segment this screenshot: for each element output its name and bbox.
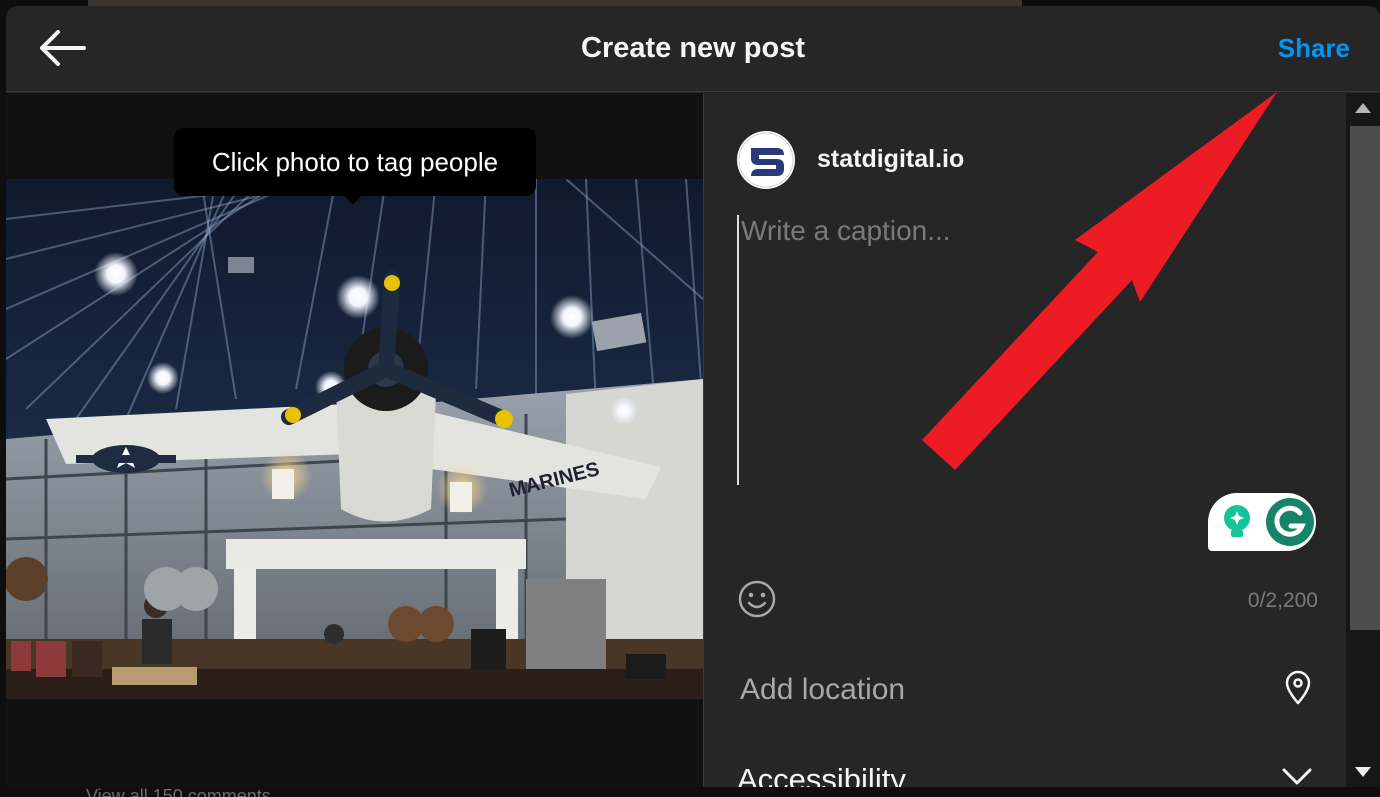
view-comments-link[interactable]: View all 150 comments bbox=[86, 786, 271, 797]
grammarly-icon bbox=[1266, 498, 1314, 546]
add-location-label: Add location bbox=[740, 673, 906, 706]
lightbulb-icon bbox=[1224, 505, 1250, 537]
add-location-row[interactable]: Add location bbox=[704, 648, 1347, 728]
grammarly-widget[interactable] bbox=[1208, 493, 1316, 551]
post-details-pane: statdigital.io 0/2,200 bbox=[703, 93, 1346, 787]
dialog-title: Create new post bbox=[581, 32, 805, 64]
photo-pane: MARINES Click photo to tag people bbox=[6, 93, 703, 787]
scroll-thumb[interactable] bbox=[1350, 126, 1380, 630]
dialog-header: Create new post Share bbox=[6, 6, 1380, 92]
accessibility-label: Accessibility bbox=[737, 762, 906, 787]
avatar bbox=[737, 131, 795, 189]
map-pin-icon bbox=[1285, 670, 1311, 705]
emoji-button[interactable] bbox=[737, 579, 777, 619]
scroll-down-button[interactable] bbox=[1346, 757, 1380, 787]
chevron-down-icon bbox=[1282, 768, 1312, 785]
scroll-up-arrow-icon bbox=[1355, 103, 1371, 113]
post-photo[interactable]: MARINES bbox=[6, 179, 703, 699]
smiley-icon bbox=[738, 580, 776, 618]
tooltip-pointer bbox=[343, 194, 363, 205]
scroll-up-button[interactable] bbox=[1346, 93, 1380, 123]
account-username: statdigital.io bbox=[817, 145, 965, 173]
character-counter: 0/2,200 bbox=[1247, 589, 1318, 612]
share-button[interactable]: Share bbox=[1278, 33, 1350, 64]
tag-people-tooltip: Click photo to tag people bbox=[174, 128, 536, 196]
caption-input[interactable] bbox=[737, 215, 1317, 485]
scroll-down-arrow-icon bbox=[1355, 767, 1371, 777]
details-scrollbar[interactable] bbox=[1346, 93, 1380, 787]
create-post-dialog: Create new post Share MARINES Click phot… bbox=[6, 6, 1380, 787]
hangar-photo-image: MARINES bbox=[6, 179, 703, 699]
statdigital-logo-icon bbox=[738, 132, 794, 188]
accessibility-section[interactable]: Accessibility bbox=[704, 748, 1347, 787]
